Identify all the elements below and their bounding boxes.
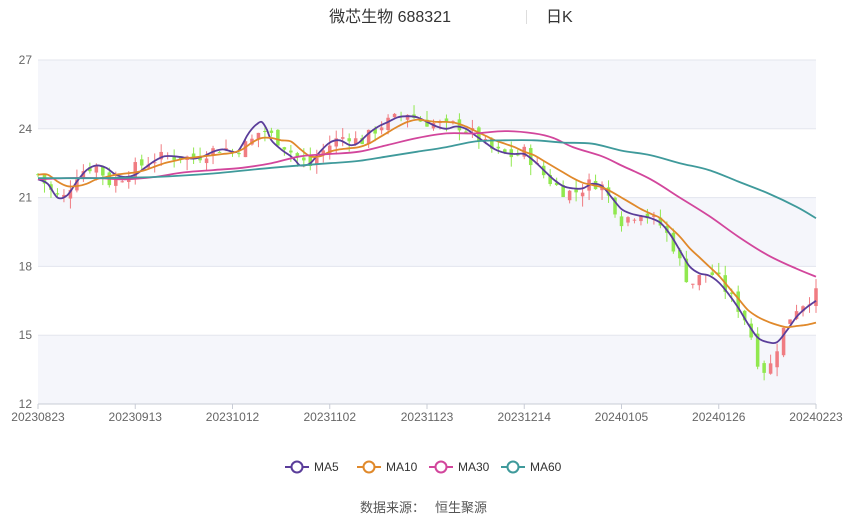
chart-title-stock: 微芯生物 688321 xyxy=(329,8,451,26)
candle-body xyxy=(775,351,779,368)
candle-body xyxy=(347,138,351,142)
candle-body xyxy=(626,217,630,223)
candle-body xyxy=(619,216,624,227)
candle-body xyxy=(139,159,144,166)
legend-item-ma10[interactable]: MA10 xyxy=(357,460,418,474)
y-tick-label: 27 xyxy=(19,53,33,67)
candle-body xyxy=(691,283,695,285)
legend-item-ma60[interactable]: MA60 xyxy=(501,460,562,474)
legend-label: MA10 xyxy=(386,460,418,474)
y-tick-label: 18 xyxy=(19,259,33,273)
x-tick-label: 20230823 xyxy=(11,410,65,424)
candle-body xyxy=(289,150,293,153)
candle-body xyxy=(392,113,397,118)
legend-label: MA60 xyxy=(530,460,562,474)
y-axis-ticks: 12 15 18 21 24 27 xyxy=(19,53,33,411)
x-tick-label: 20231012 xyxy=(206,410,260,424)
stock-chart: 微芯生物 688321 日K 121518212427 20230823 2023… xyxy=(11,8,843,515)
candle-body xyxy=(217,151,222,153)
candle-body xyxy=(464,131,468,133)
candle-body xyxy=(276,129,280,146)
candle-body xyxy=(237,152,241,155)
candle-body xyxy=(55,193,60,195)
y-tick-label: 24 xyxy=(19,122,33,136)
candle-body xyxy=(814,288,818,307)
candle-body xyxy=(697,275,702,286)
candle-body xyxy=(302,157,306,161)
candle-body xyxy=(496,146,501,149)
x-tick-label: 20231214 xyxy=(498,410,552,424)
legend-marker xyxy=(290,460,304,474)
x-tick-label: 20240105 xyxy=(595,410,649,424)
candle-body xyxy=(574,189,578,193)
y-tick-label: 21 xyxy=(19,191,33,205)
source-label: 数据来源： xyxy=(360,500,425,515)
legend[interactable]: MA5 MA10 MA30 MA60 xyxy=(285,460,562,474)
candle-body xyxy=(580,192,585,197)
legend-item-ma30[interactable]: MA30 xyxy=(429,460,490,474)
legend-marker xyxy=(434,460,448,474)
candle-body xyxy=(567,190,572,201)
x-axis-ticks: 20230823 20230913 20231012 20231102 20231123… xyxy=(11,404,843,424)
candle-body xyxy=(263,130,267,132)
candle-body xyxy=(114,179,118,186)
legend-label: MA5 xyxy=(314,460,339,474)
y-tick-label: 12 xyxy=(19,397,33,411)
candle-body xyxy=(762,363,766,373)
chart-title-period: 日K xyxy=(546,9,573,26)
candle-body xyxy=(340,137,345,139)
candle-body xyxy=(204,158,209,164)
candle-body xyxy=(269,130,274,133)
legend-item-ma5[interactable]: MA5 xyxy=(285,460,339,474)
x-tick-label: 20240126 xyxy=(692,410,746,424)
candle-body xyxy=(632,219,637,221)
x-tick-label: 20230913 xyxy=(109,410,163,424)
candle-body xyxy=(710,272,715,275)
x-tick-label: 20231102 xyxy=(304,410,357,424)
plot-band xyxy=(38,335,816,404)
candle-body xyxy=(379,127,384,131)
y-tick-label: 15 xyxy=(19,328,33,342)
legend-marker xyxy=(506,460,520,474)
x-tick-label: 20240223 xyxy=(789,410,843,424)
title-divider xyxy=(526,10,527,24)
candle-body xyxy=(282,147,287,150)
x-tick-label: 20231123 xyxy=(401,410,454,424)
candle-body xyxy=(768,363,773,374)
candle-body xyxy=(120,181,125,183)
legend-label: MA30 xyxy=(458,460,490,474)
source-name: 恒生聚源 xyxy=(435,500,487,515)
candle xyxy=(276,129,280,147)
candle-body xyxy=(386,117,390,131)
legend-marker xyxy=(362,460,376,474)
